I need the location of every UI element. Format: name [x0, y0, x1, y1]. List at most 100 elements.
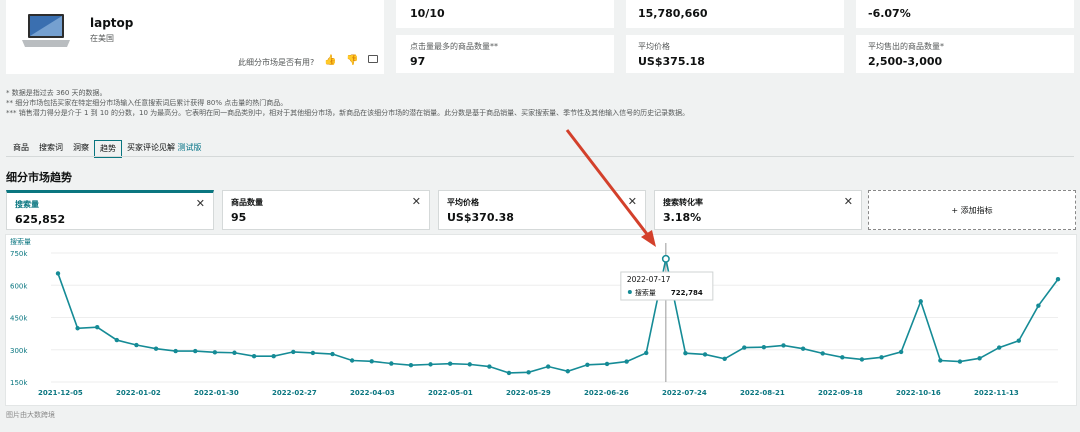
data-point[interactable] — [840, 355, 845, 360]
data-point[interactable] — [644, 350, 649, 356]
metric-value: 95 — [231, 211, 247, 224]
data-point[interactable] — [75, 326, 80, 331]
data-point[interactable] — [447, 361, 453, 366]
metric-card-avg-price[interactable]: 平均价格 US$370.38 ✕ — [438, 190, 646, 230]
close-icon[interactable]: ✕ — [844, 195, 853, 208]
data-point[interactable] — [761, 344, 767, 350]
footnote: *** 销售潜力得分是介于 1 到 10 的分数，10 为最高分。它表明在同一商… — [6, 109, 690, 117]
data-point[interactable] — [800, 346, 806, 351]
data-point[interactable] — [271, 354, 276, 359]
data-point[interactable] — [114, 337, 120, 343]
metric-value: US$370.38 — [447, 211, 514, 224]
data-point[interactable] — [996, 345, 1002, 350]
add-metric-label: + 添加指标 — [951, 206, 993, 215]
data-point[interactable] — [153, 346, 159, 351]
metric-label: 商品数量 — [231, 198, 263, 207]
stat-value: 2,500-3,000 — [868, 55, 943, 68]
stat-value: 10/10 — [410, 7, 445, 20]
data-point[interactable] — [193, 348, 198, 354]
data-point[interactable] — [879, 355, 884, 360]
data-point[interactable] — [487, 364, 492, 369]
section-title: 细分市场趋势 — [6, 171, 72, 184]
data-point[interactable] — [742, 345, 747, 350]
stat-label: 平均价格 — [638, 42, 670, 51]
footnote: ** 细分市场包括买家在特定细分市场输入任意搜索词后累计获得 80% 点击量的热… — [6, 99, 288, 107]
data-point[interactable] — [251, 354, 257, 359]
product-name: laptop — [90, 16, 134, 30]
data-point[interactable] — [232, 350, 237, 355]
data-point[interactable] — [781, 343, 786, 348]
metric-value: 3.18% — [663, 211, 702, 224]
data-point[interactable] — [428, 362, 433, 367]
close-icon[interactable]: ✕ — [196, 197, 205, 210]
metric-card-conversion[interactable]: 搜索转化率 3.18% ✕ — [654, 190, 862, 230]
data-point[interactable] — [702, 352, 708, 357]
data-point[interactable] — [859, 357, 865, 362]
data-point[interactable] — [585, 362, 590, 367]
data-point[interactable] — [977, 356, 982, 361]
stat-value: -6.07% — [868, 7, 911, 20]
data-point[interactable] — [134, 342, 139, 348]
thumbs-down-icon[interactable]: 👎 — [346, 55, 358, 66]
x-tick-label: 2022-11-13 — [974, 389, 1019, 397]
beta-badge: 测试版 — [177, 143, 202, 152]
metric-card-product-count[interactable]: 商品数量 95 ✕ — [222, 190, 430, 230]
data-point[interactable] — [310, 350, 316, 356]
data-point[interactable] — [661, 254, 670, 263]
close-icon[interactable]: ✕ — [412, 195, 421, 208]
data-point[interactable] — [291, 349, 296, 355]
data-point[interactable] — [212, 350, 218, 355]
data-point[interactable] — [683, 350, 688, 356]
data-point[interactable] — [467, 362, 472, 367]
metric-card-search-volume[interactable]: 搜索量 625,852 ✕ — [6, 190, 214, 230]
data-point[interactable] — [1016, 338, 1021, 343]
x-tick-label: 2022-07-24 — [662, 389, 707, 397]
thumbs-up-icon[interactable]: 👍 — [324, 55, 336, 66]
x-tick-label: 2022-04-03 — [350, 389, 395, 397]
data-point[interactable] — [918, 299, 923, 304]
data-point[interactable] — [173, 348, 178, 354]
y-tick-label: 750k — [10, 250, 28, 258]
data-point[interactable] — [1055, 277, 1061, 282]
add-metric-button[interactable]: + 添加指标 — [868, 190, 1076, 230]
data-point[interactable] — [565, 369, 571, 374]
metric-value: 625,852 — [15, 213, 66, 226]
x-tick-label: 2022-10-16 — [896, 389, 941, 397]
data-point[interactable] — [95, 324, 100, 330]
product-thumbnail — [20, 12, 72, 50]
data-point[interactable] — [957, 359, 963, 364]
data-point[interactable] — [1036, 303, 1041, 308]
stat-card-1: 10/10 — [396, 0, 614, 28]
data-point[interactable] — [349, 358, 355, 363]
data-point[interactable] — [938, 358, 943, 363]
x-tick-label: 2021-12-05 — [38, 389, 83, 397]
product-region: 在美国 — [90, 34, 114, 43]
stat-card-2: 15,780,660 — [626, 0, 844, 28]
close-icon[interactable]: ✕ — [628, 195, 637, 208]
data-point[interactable] — [624, 359, 629, 364]
footer-watermark: 图片由大数跨境 — [6, 411, 55, 419]
data-point[interactable] — [506, 370, 512, 376]
y-tick-label: 150k — [10, 379, 28, 387]
trend-chart: 搜索量 750k 600k 450k 300k 150k 2021-12-05 2022-0… — [5, 234, 1077, 406]
data-point[interactable] — [820, 351, 825, 356]
trend-chart-svg: 搜索量 750k 600k 450k 300k 150k 2021-12-05 2022-0… — [10, 237, 1061, 397]
tooltip-series-name: 搜索量 — [635, 288, 656, 297]
x-tick-label: 2022-09-18 — [818, 389, 863, 397]
stat-card-6: 平均售出的商品数量* 2,500-3,000 — [856, 35, 1074, 73]
data-point[interactable] — [330, 351, 335, 357]
x-tick-label: 2022-08-21 — [740, 389, 785, 397]
data-point[interactable] — [722, 356, 727, 361]
data-point[interactable] — [408, 363, 414, 368]
data-point[interactable] — [389, 361, 394, 366]
footnote: * 数据是指过去 360 天的数据。 — [6, 89, 107, 97]
data-point[interactable] — [526, 370, 531, 375]
x-tick-label: 2022-01-02 — [116, 389, 161, 397]
data-point[interactable] — [898, 349, 904, 355]
data-point[interactable] — [55, 271, 61, 276]
data-point[interactable] — [369, 359, 374, 364]
y-tick-label: 600k — [10, 282, 28, 290]
comment-icon[interactable] — [368, 55, 378, 63]
data-point[interactable] — [545, 364, 551, 369]
data-point[interactable] — [604, 361, 610, 367]
